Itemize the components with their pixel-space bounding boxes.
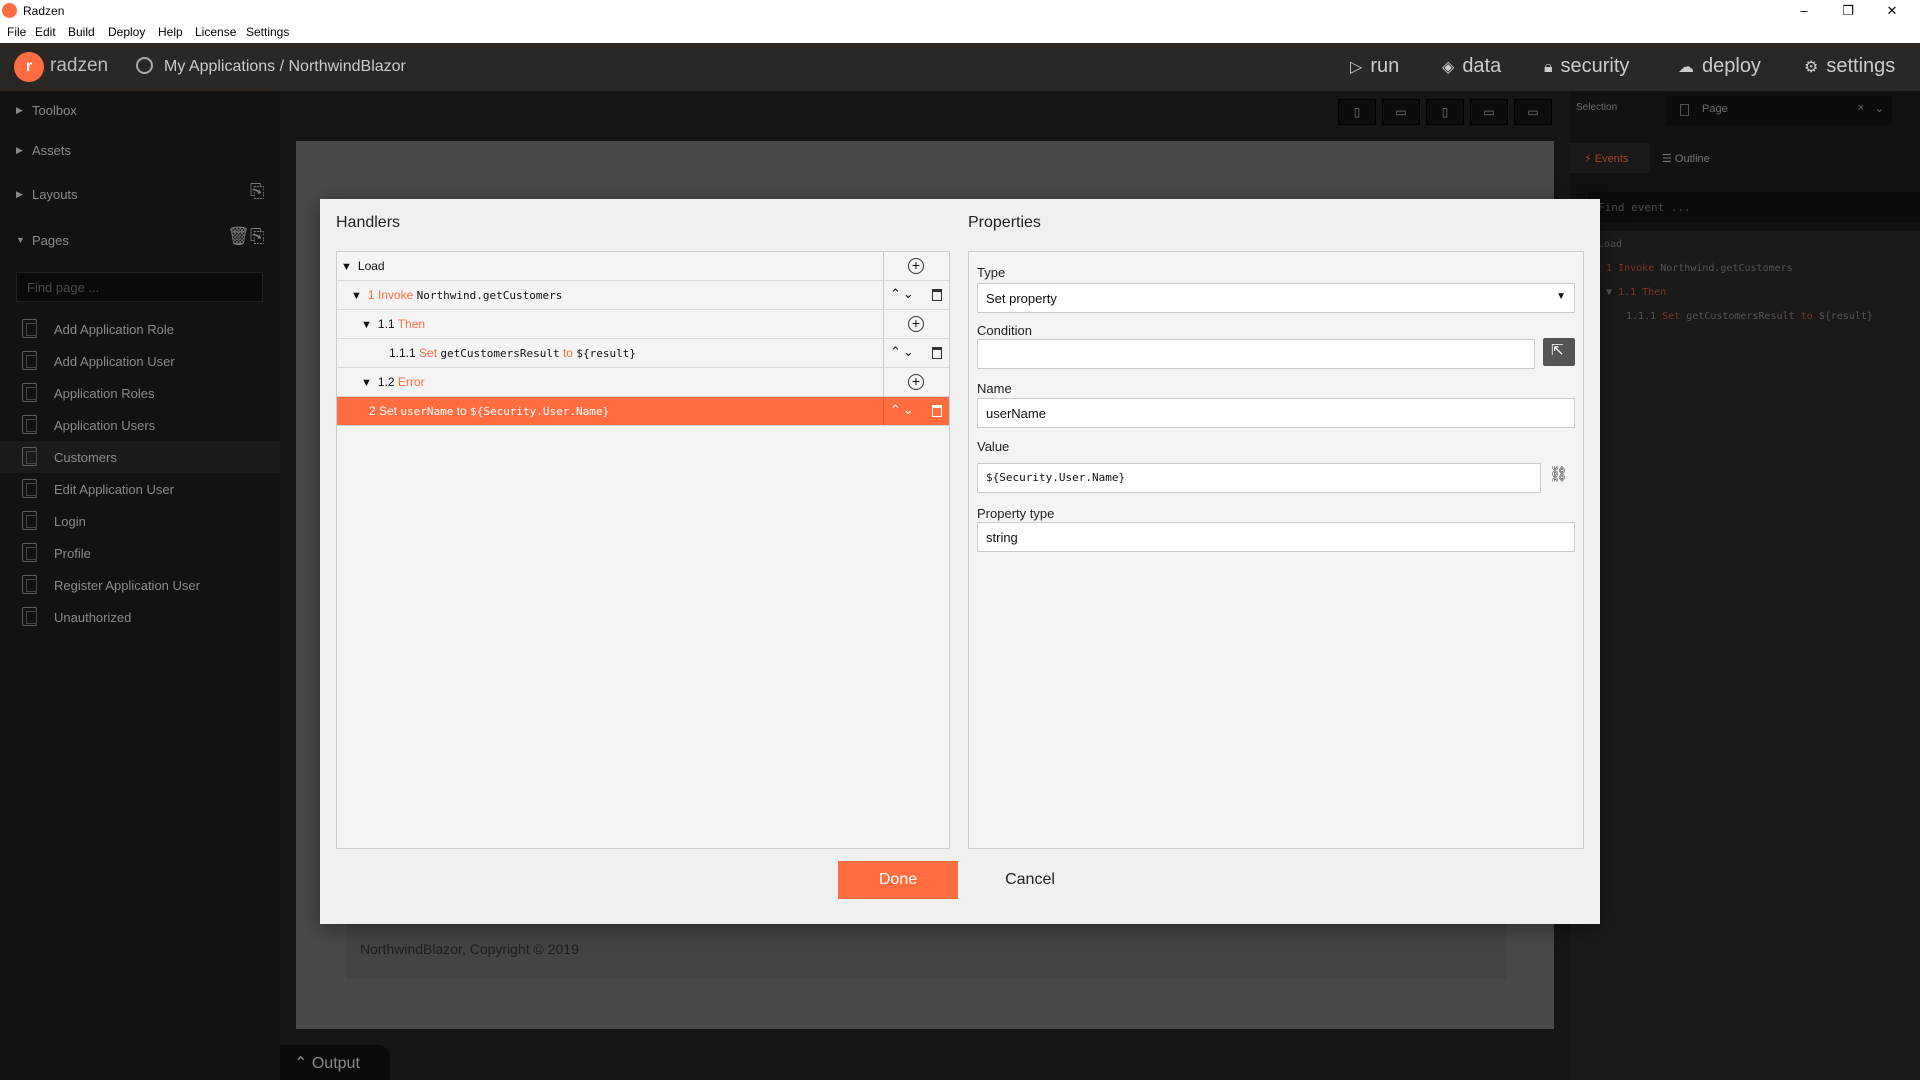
handler-row-load[interactable]: ▼ Load + bbox=[337, 252, 949, 281]
link-icon[interactable]: ⛓ bbox=[1549, 465, 1568, 483]
trash-icon[interactable] bbox=[932, 405, 942, 417]
breadcrumb[interactable]: My Applications / NorthwindBlazor bbox=[164, 58, 406, 76]
caret-down-icon: ▼ bbox=[1556, 291, 1566, 302]
trash-icon[interactable] bbox=[932, 289, 942, 301]
cloud-icon: ☁ bbox=[1678, 59, 1694, 76]
lock-icon: 🔒︎ bbox=[1544, 59, 1553, 76]
type-label: Type bbox=[977, 265, 1006, 280]
add-handler-icon[interactable]: + bbox=[908, 316, 924, 332]
caret-down-icon: ▼ bbox=[361, 377, 372, 389]
value-input[interactable]: ${Security.User.Name} bbox=[977, 463, 1541, 493]
type-select[interactable]: Set property ▼ bbox=[977, 283, 1575, 313]
condition-label: Condition bbox=[977, 323, 1032, 338]
move-up-down-icon[interactable]: ⌃⌄ bbox=[890, 402, 916, 418]
caret-down-icon: ▼ bbox=[361, 319, 372, 331]
property-type-input[interactable]: string bbox=[977, 522, 1575, 552]
minimize-button[interactable]: – bbox=[1782, 0, 1826, 22]
caret-down-icon: ▼ bbox=[351, 290, 362, 302]
event-handlers-dialog: Handlers Properties ▼ Load + ▼ 1 Invoke No… bbox=[320, 199, 1600, 924]
move-up-down-icon[interactable]: ⌃⌄ bbox=[890, 344, 916, 360]
radzen-brand-icon: r bbox=[14, 52, 44, 82]
handler-row[interactable]: ▼ 1.2 Error + bbox=[337, 368, 949, 397]
handlers-tree: ▼ Load + ▼ 1 Invoke Northwind.getCustomers… bbox=[336, 251, 950, 849]
add-handler-icon[interactable]: + bbox=[908, 258, 924, 274]
restore-button[interactable]: ❐ bbox=[1826, 0, 1870, 22]
open-expression-editor-icon[interactable] bbox=[1543, 338, 1575, 366]
value-label: Value bbox=[977, 439, 1010, 454]
row-actions: ⌃⌄ bbox=[883, 397, 949, 425]
condition-input[interactable] bbox=[977, 339, 1535, 369]
applications-icon bbox=[136, 57, 153, 74]
menu-settings[interactable]: Settings bbox=[246, 25, 289, 39]
row-actions: ⌃⌄ bbox=[883, 281, 949, 309]
app-header: r radzen My Applications / NorthwindBlaz… bbox=[0, 43, 1920, 91]
add-handler-icon[interactable]: + bbox=[908, 374, 924, 390]
nav-security[interactable]: 🔒︎ security bbox=[1544, 55, 1629, 78]
menu-deploy[interactable]: Deploy bbox=[108, 25, 145, 39]
handler-row[interactable]: ▼ 1.1 Then + bbox=[337, 310, 949, 339]
caret-down-icon: ▼ bbox=[341, 261, 352, 273]
menu-help[interactable]: Help bbox=[158, 25, 183, 39]
nav-data[interactable]: ◈ data bbox=[1442, 55, 1501, 78]
trash-icon[interactable] bbox=[932, 347, 942, 359]
nav-deploy[interactable]: ☁ deploy bbox=[1678, 55, 1761, 78]
data-icon: ◈ bbox=[1442, 59, 1455, 76]
menu-edit[interactable]: Edit bbox=[35, 25, 56, 39]
name-input[interactable]: userName bbox=[977, 398, 1575, 428]
property-type-label: Property type bbox=[977, 506, 1055, 521]
handler-row[interactable]: ▼ 1 Invoke Northwind.getCustomers ⌃⌄ bbox=[337, 281, 949, 310]
cancel-button[interactable]: Cancel bbox=[970, 861, 1090, 899]
move-up-down-icon[interactable]: ⌃⌄ bbox=[890, 286, 916, 302]
menu-build[interactable]: Build bbox=[68, 25, 95, 39]
done-button[interactable]: Done bbox=[838, 861, 958, 899]
properties-panel: Type Set property▼ Condition Name userNa… bbox=[968, 251, 1584, 849]
brand-name: radzen bbox=[50, 55, 109, 76]
handlers-title: Handlers bbox=[336, 214, 401, 231]
properties-title: Properties bbox=[968, 214, 1041, 231]
close-window-button[interactable]: ✕ bbox=[1870, 0, 1914, 22]
radzen-logo-icon bbox=[2, 3, 17, 18]
menu-license[interactable]: License bbox=[195, 25, 236, 39]
menu-file[interactable]: File bbox=[7, 25, 26, 39]
row-actions: ⌃⌄ bbox=[883, 339, 949, 367]
row-actions: + bbox=[883, 310, 949, 338]
run-icon: ▷ bbox=[1350, 59, 1363, 76]
menu-bar: File Edit Build Deploy Help License Sett… bbox=[0, 22, 1920, 43]
row-actions: + bbox=[883, 252, 949, 280]
window-title: Radzen bbox=[23, 4, 65, 18]
window-title-bar: Radzen – ❐ ✕ bbox=[0, 0, 1920, 22]
handler-row[interactable]: 1.1.1 Set getCustomersResult to ${result… bbox=[337, 339, 949, 368]
row-actions: + bbox=[883, 368, 949, 396]
handler-row-selected[interactable]: 2 Set userName to ${Security.User.Name} … bbox=[337, 397, 949, 426]
gear-icon: ⚙ bbox=[1804, 59, 1819, 76]
name-label: Name bbox=[977, 381, 1012, 396]
nav-run[interactable]: ▷ run bbox=[1350, 55, 1399, 78]
nav-settings[interactable]: ⚙ settings bbox=[1804, 55, 1895, 78]
